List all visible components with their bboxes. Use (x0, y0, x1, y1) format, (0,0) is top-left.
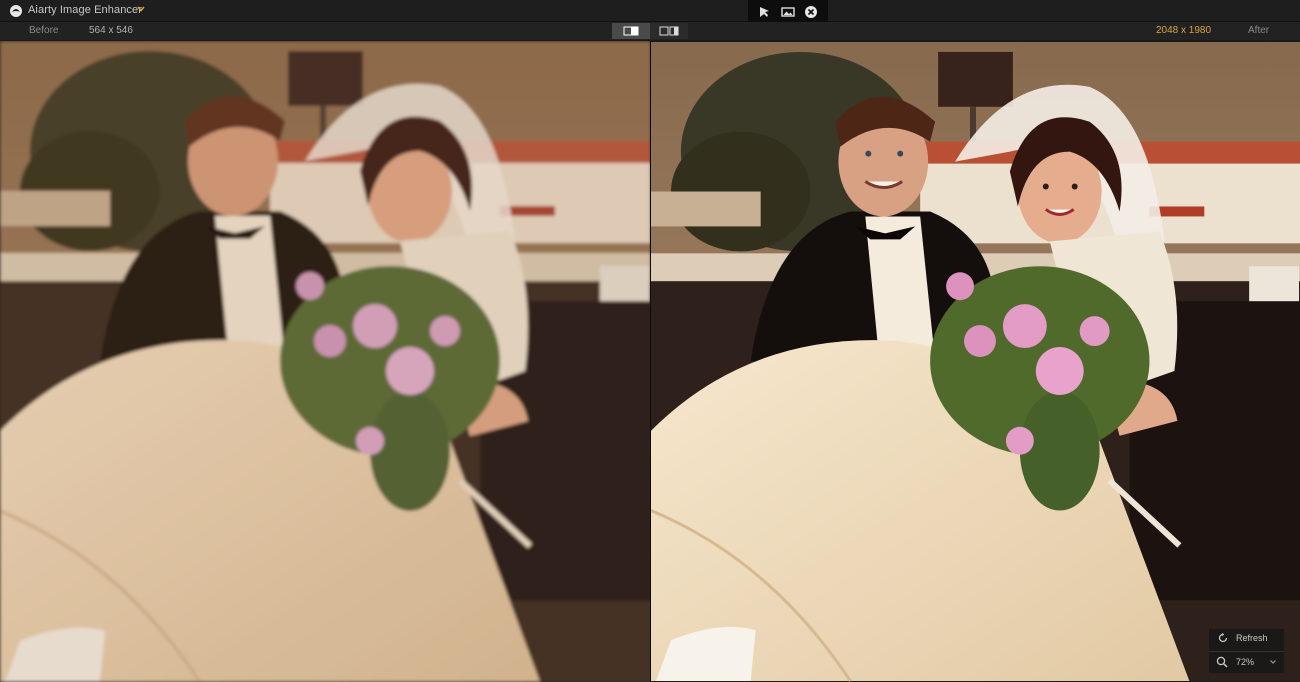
title-bar: Aiarty Image Enhancer (0, 0, 1300, 22)
view-mode-toggle (612, 23, 688, 39)
refresh-icon (1218, 632, 1228, 643)
split-view-icon (659, 26, 679, 36)
after-label: After (1248, 25, 1270, 36)
before-photo (0, 41, 651, 682)
after-resolution: 2048 x 1980 (1156, 25, 1212, 36)
app-logo-icon (10, 5, 22, 17)
chevron-down-icon[interactable] (136, 4, 146, 14)
refresh-label: Refresh (1236, 633, 1268, 643)
app-title: Aiarty Image Enhancer (28, 4, 142, 16)
comparison-info-bar: Before 564 x 546 2048 x 1980 After (0, 22, 1300, 40)
top-toolbar (748, 0, 828, 24)
split-view-button[interactable] (650, 23, 688, 39)
zoom-level-dropdown[interactable]: 72% (1209, 651, 1284, 672)
after-image-panel[interactable] (651, 41, 1300, 682)
image-view-icon[interactable] (781, 5, 795, 19)
compare-cursor-icon[interactable] (758, 5, 772, 19)
before-resolution: 564 x 546 (89, 25, 133, 36)
zoom-value: 72% (1236, 657, 1255, 667)
chevron-down-icon (1270, 660, 1276, 664)
zoom-icon (1216, 656, 1228, 668)
side-by-side-icon (623, 26, 639, 36)
zoom-controls: Refresh 72% (1209, 629, 1284, 673)
before-label: Before (29, 25, 59, 36)
after-photo (651, 41, 1300, 682)
close-icon[interactable] (804, 5, 818, 19)
side-by-side-button[interactable] (612, 23, 650, 39)
refresh-button[interactable]: Refresh (1209, 629, 1284, 648)
before-image-panel[interactable] (0, 41, 651, 682)
